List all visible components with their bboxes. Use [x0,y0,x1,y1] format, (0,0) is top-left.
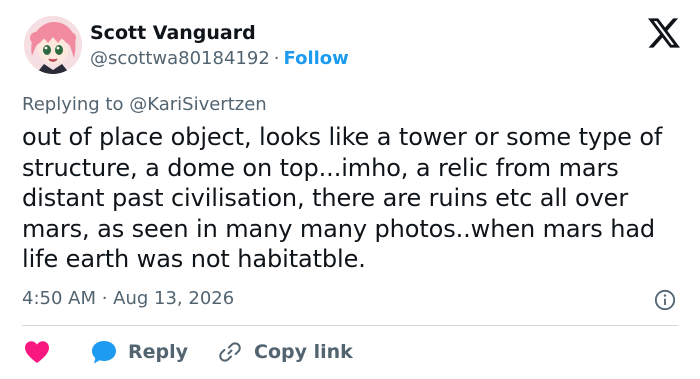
divider [22,325,678,326]
speech-bubble-icon [92,341,116,364]
avatar[interactable] [24,16,82,74]
replying-to-label: Replying to [22,94,124,115]
avatar-image [24,16,82,74]
tweet-text: out of place object, looks like a tower … [22,123,663,273]
reply-label: Reply [128,341,189,363]
tweet-timestamp[interactable]: 4:50 AM · Aug 13, 2026 [22,288,234,309]
follow-button[interactable]: Follow [284,48,349,69]
heart-icon[interactable] [24,340,50,364]
author-handle[interactable]: @scottwa80184192 [90,48,270,69]
x-logo-icon[interactable] [648,18,680,48]
replying-to: Replying to @KariSivertzen [22,94,267,115]
separator-dot: · [273,48,280,69]
copy-link-label: Copy link [254,341,353,363]
replying-to-mention[interactable]: @KariSivertzen [129,94,266,115]
info-icon[interactable] [654,289,676,311]
link-icon [219,342,241,362]
author-name[interactable]: Scott Vanguard [90,22,256,44]
author-handle-row: @scottwa80184192 · Follow [90,48,349,69]
copy-link-button[interactable]: Copy link [218,340,353,364]
reply-button[interactable]: Reply [90,339,188,365]
action-bar: Reply Copy link [22,336,353,368]
